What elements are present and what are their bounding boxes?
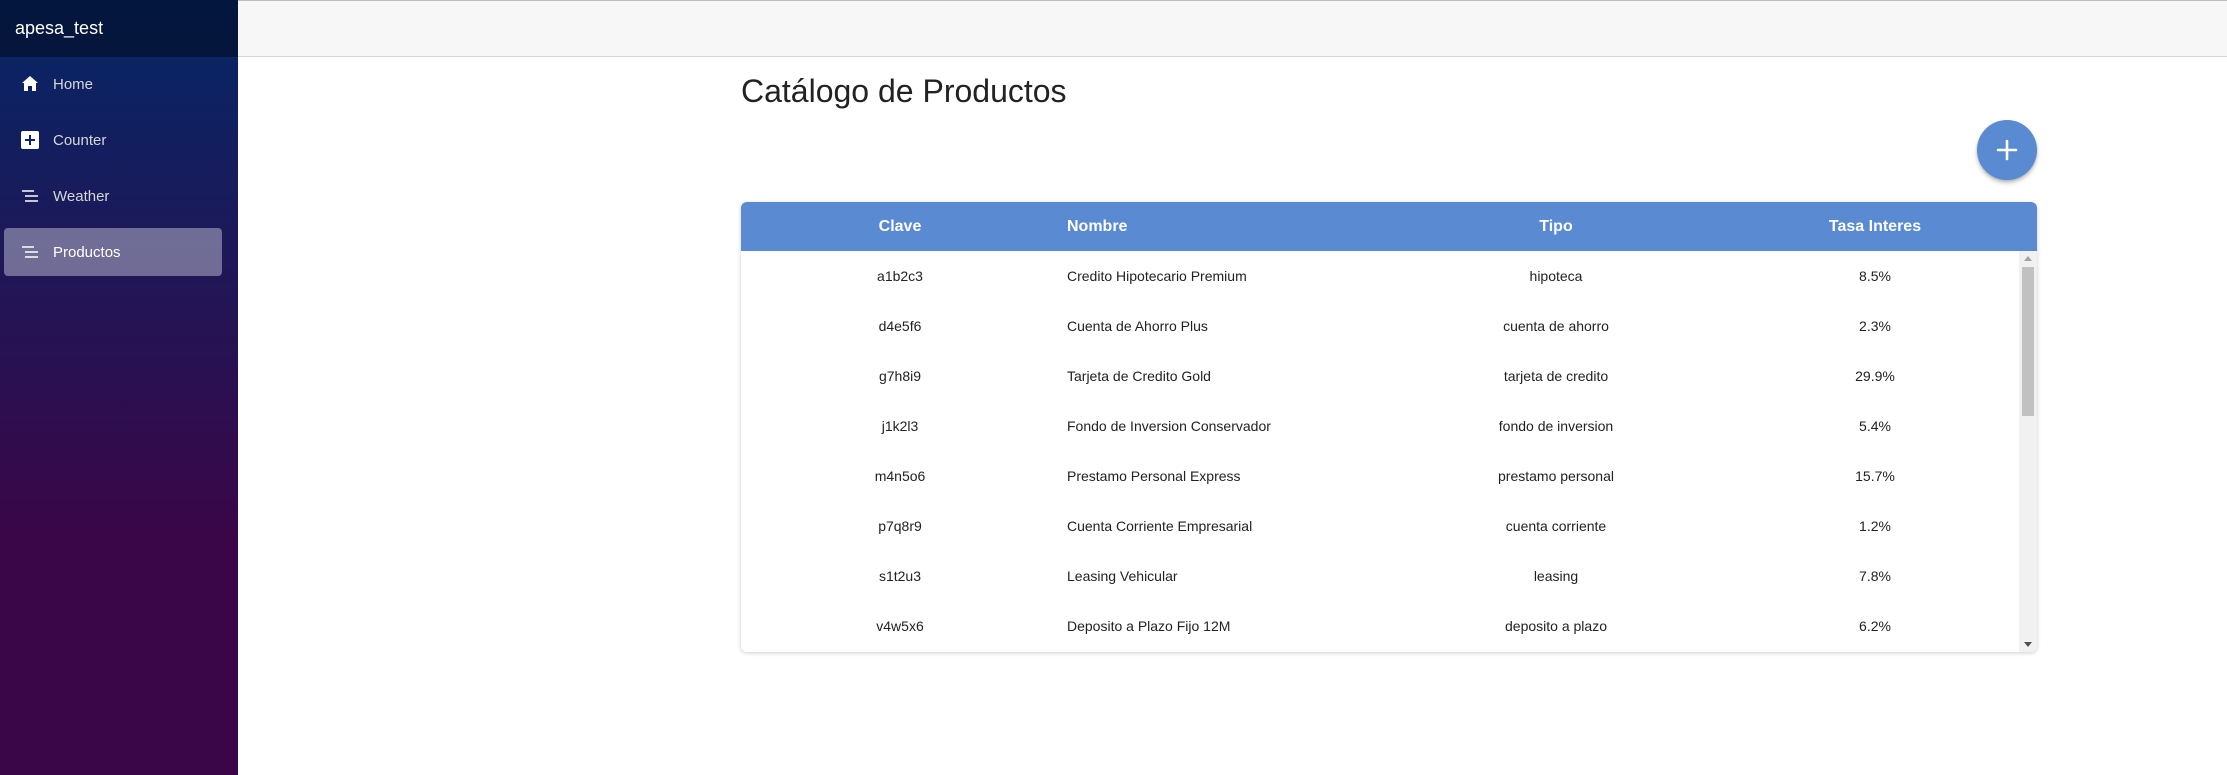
- cell-nombre: Tarjeta de Credito Gold: [1067, 368, 1211, 384]
- cell-clave: v4w5x6: [876, 618, 924, 634]
- cell-tasa: 29.9%: [1855, 368, 1895, 384]
- column-header-tasa-interes[interactable]: Tasa Interes: [1721, 218, 2029, 236]
- table-row[interactable]: p7q8r9 Cuenta Corriente Empresarial cuen…: [741, 501, 2037, 551]
- cell-clave: s1t2u3: [878, 568, 922, 584]
- page-title: Catálogo de Productos: [741, 73, 1067, 109]
- cell-nombre: Fondo de Inversion Conservador: [1067, 418, 1271, 434]
- table-scrollbar[interactable]: [2019, 251, 2037, 652]
- cell-tasa: 7.8%: [1859, 568, 1891, 584]
- cell-nombre: Cuenta de Ahorro Plus: [1067, 318, 1208, 334]
- cell-nombre: Deposito a Plazo Fijo 12M: [1067, 618, 1231, 634]
- cell-tipo: hipoteca: [1529, 268, 1583, 284]
- table-row[interactable]: g7h8i9 Tarjeta de Credito Gold tarjeta d…: [741, 351, 2037, 401]
- cell-nombre: Prestamo Personal Express: [1067, 468, 1241, 484]
- list-icon: [20, 186, 40, 206]
- cell-tasa: 2.3%: [1859, 318, 1891, 334]
- cell-nombre: Credito Hipotecario Premium: [1067, 268, 1247, 284]
- cell-tasa: 6.2%: [1859, 618, 1891, 634]
- sidebar-item-home[interactable]: Home: [4, 60, 222, 108]
- list-icon: [20, 242, 40, 262]
- table-row[interactable]: s1t2u3 Leasing Vehicular leasing 7.8%: [741, 551, 2037, 601]
- cell-clave: m4n5o6: [874, 468, 926, 484]
- cell-tipo: fondo de inversion: [1498, 418, 1614, 434]
- sidebar: apesa_test Home Counter Weather Producto…: [0, 0, 238, 775]
- cell-clave: p7q8r9: [878, 518, 922, 534]
- cell-nombre: Cuenta Corriente Empresarial: [1067, 518, 1253, 534]
- sidebar-item-label: Productos: [53, 243, 121, 261]
- table-row[interactable]: a1b2c3 Credito Hipotecario Premium hipot…: [741, 251, 2037, 301]
- plus-square-icon: [20, 130, 40, 150]
- sidebar-item-weather[interactable]: Weather: [4, 172, 222, 220]
- top-row: [238, 0, 2227, 57]
- brand-link[interactable]: apesa_test: [15, 18, 103, 39]
- cell-tipo: cuenta corriente: [1505, 518, 1607, 534]
- cell-tipo: deposito a plazo: [1505, 618, 1607, 634]
- cell-tipo: leasing: [1533, 568, 1579, 584]
- sidebar-item-label: Home: [53, 75, 94, 93]
- column-header-nombre[interactable]: Nombre: [1059, 218, 1391, 236]
- scroll-down-arrow-icon[interactable]: [2024, 642, 2032, 647]
- table-body: a1b2c3 Credito Hipotecario Premium hipot…: [741, 251, 2037, 652]
- cell-clave: a1b2c3: [877, 268, 923, 284]
- table-row[interactable]: j1k2l3 Fondo de Inversion Conservador fo…: [741, 401, 2037, 451]
- cell-tasa: 8.5%: [1859, 268, 1891, 284]
- cell-tasa: 15.7%: [1855, 468, 1895, 484]
- table-row[interactable]: v4w5x6 Deposito a Plazo Fijo 12M deposit…: [741, 601, 2037, 651]
- column-header-tipo[interactable]: Tipo: [1391, 218, 1721, 236]
- sidebar-item-counter[interactable]: Counter: [4, 116, 222, 164]
- column-header-clave[interactable]: Clave: [741, 218, 1059, 236]
- cell-clave: g7h8i9: [878, 368, 922, 384]
- scroll-thumb[interactable]: [2022, 267, 2034, 416]
- cell-nombre: Leasing Vehicular: [1067, 568, 1178, 584]
- table-row[interactable]: m4n5o6 Prestamo Personal Express prestam…: [741, 451, 2037, 501]
- cell-clave: d4e5f6: [878, 318, 922, 334]
- cell-tipo: cuenta de ahorro: [1503, 318, 1609, 334]
- plus-icon: [1996, 139, 2018, 161]
- brand-bar: apesa_test: [0, 0, 238, 57]
- table-row[interactable]: d4e5f6 Cuenta de Ahorro Plus cuenta de a…: [741, 301, 2037, 351]
- sidebar-item-label: Counter: [53, 131, 107, 149]
- home-icon: [20, 74, 40, 94]
- nav-menu: Home Counter Weather Productos: [0, 57, 238, 276]
- cell-tipo: tarjeta de credito: [1503, 368, 1609, 384]
- add-product-button[interactable]: [1977, 120, 2037, 180]
- cell-clave: j1k2l3: [881, 418, 919, 434]
- cell-tipo: prestamo personal: [1498, 468, 1614, 484]
- sidebar-item-label: Weather: [53, 187, 110, 205]
- scroll-up-arrow-icon[interactable]: [2024, 256, 2032, 261]
- table-header: Clave Nombre Tipo Tasa Interes: [741, 202, 2037, 251]
- products-table: Clave Nombre Tipo Tasa Interes a1b2c3 Cr…: [741, 202, 2037, 652]
- cell-tasa: 5.4%: [1859, 418, 1891, 434]
- sidebar-item-productos[interactable]: Productos: [4, 228, 222, 276]
- cell-tasa: 1.2%: [1859, 518, 1891, 534]
